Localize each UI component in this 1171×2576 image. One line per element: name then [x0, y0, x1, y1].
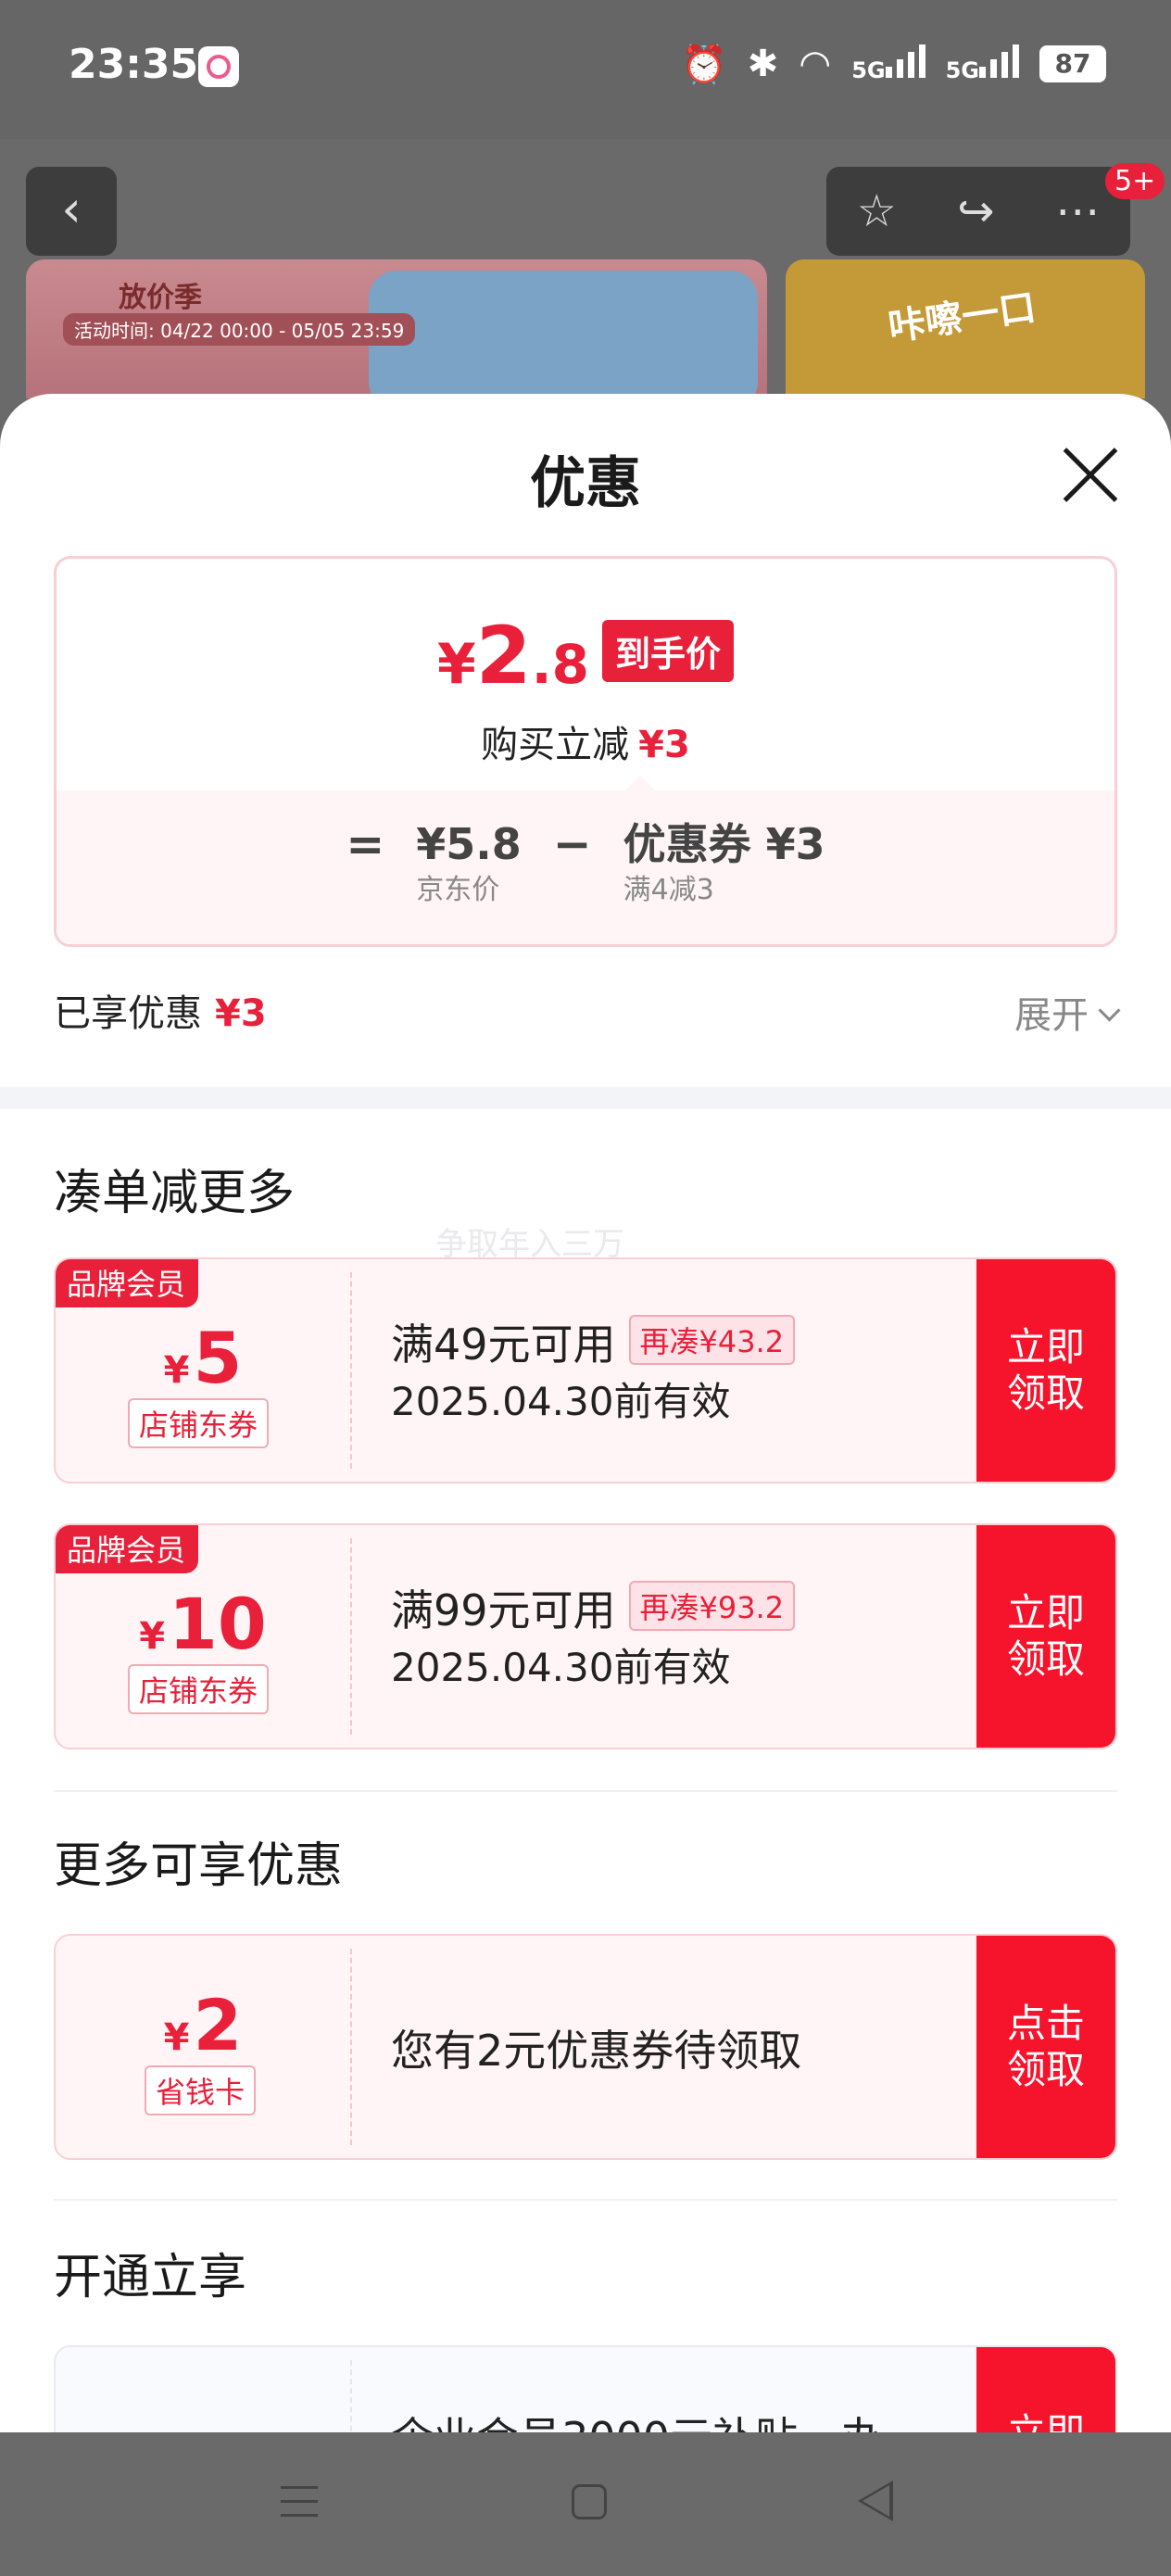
coupon-expiry: 2025.04.30前有效 [391, 1379, 731, 1424]
enterprise-description: 企业会员3000元补贴，办 [391, 2405, 883, 2432]
jd-price: ¥5.8 [416, 819, 522, 869]
dashed-divider [350, 1538, 352, 1735]
banner-text: 咔嚓一口 [886, 286, 1039, 349]
star-icon[interactable]: ☆ [857, 185, 897, 237]
coupon-type: 店铺东券 [128, 1664, 270, 1714]
price-integer: 2 [475, 610, 532, 702]
final-price-tag: 到手价 [601, 620, 734, 682]
enjoyed-discount: 已享优惠 ¥3 [54, 983, 267, 1037]
member-badge: 品牌会员 [56, 1525, 199, 1573]
expand-label: 展开 [1014, 994, 1089, 1037]
enjoyed-label: 已享优惠 [54, 992, 202, 1035]
signal-icon: 5G [851, 41, 925, 87]
chevron-down-icon [1098, 999, 1121, 1022]
section-title-add-more: 凑单减更多 [54, 1166, 296, 1221]
instant-discount-value: ¥3 [638, 724, 690, 766]
app-icon [198, 46, 239, 87]
divider-line [54, 1790, 1117, 1792]
coupon-rule: 满4减3 [623, 874, 714, 906]
banner-tag: 放价季 [119, 282, 202, 314]
status-icons: ⏰ ✱ ◠ 5G 5G 87 [681, 41, 1106, 87]
more-icon[interactable]: ⋯ [1055, 185, 1100, 237]
coupon-amount: ¥5 [56, 1317, 350, 1399]
coupon-condition-text: 满99元可用 [391, 1585, 616, 1635]
claim-button[interactable]: 立即领取 [976, 1259, 1115, 1482]
dashed-divider [350, 2360, 352, 2432]
section-divider [0, 1087, 1171, 1109]
coupon-number: 2 [193, 1984, 243, 2066]
final-price: ¥2.8 到手价 [57, 610, 1114, 702]
minus-sign: − [552, 817, 592, 871]
enterprise-button[interactable]: 立即 [976, 2347, 1115, 2432]
claim-now-button[interactable]: 点击领取 [976, 1936, 1115, 2158]
cart-badge: 5+ [1105, 163, 1165, 199]
coupon-amount: ¥2 [56, 1984, 350, 2066]
close-icon[interactable] [1062, 446, 1119, 503]
price-decimal: .8 [531, 633, 589, 696]
coupon-yen: ¥ [163, 1349, 190, 1392]
system-nav-bar [0, 2432, 1171, 2576]
back-icon[interactable] [858, 2481, 893, 2521]
menu-icon[interactable] [281, 2486, 318, 2528]
section-title-activate: 开通立享 [54, 2250, 247, 2305]
discount-sheet: 优惠 ¥2.8 到手价 购买立减 ¥3 = ¥5.8 京东价 − 优惠券 ¥3 满4… [0, 394, 1171, 2432]
dashed-divider [350, 1272, 352, 1469]
coupon-amount: ¥10 [56, 1583, 350, 1665]
member-badge: 品牌会员 [56, 1259, 199, 1307]
share-icon[interactable]: ↪ [957, 185, 994, 237]
coupon-card: 品牌会员 ¥10 店铺东券 满99元可用 再凑¥93.2 2025.04.30前有… [54, 1523, 1117, 1749]
promo-banner[interactable]: 放价季 活动时间: 04/22 00:00 - 05/05 23:59 [26, 259, 767, 398]
coupon-value-panel: 品牌会员 ¥10 店铺东券 [56, 1525, 350, 1748]
price-formula: = ¥5.8 京东价 − 优惠券 ¥3 满4减3 [57, 790, 1114, 944]
alarm-icon: ⏰ [680, 43, 727, 86]
saving-card: ¥2 省钱卡 您有2元优惠券待领取 点击领取 [54, 1934, 1117, 2160]
price-card: ¥2.8 到手价 购买立减 ¥3 = ¥5.8 京东价 − 优惠券 ¥3 满4减3 [54, 556, 1117, 947]
battery-icon: 87 [1039, 45, 1106, 82]
status-time: 23:35 [69, 41, 199, 88]
divider-line [54, 2199, 1117, 2201]
coupon-condition-text: 满49元可用 [391, 1320, 616, 1370]
enterprise-card: 企业会员3000元补贴，办 立即 [54, 2345, 1117, 2432]
coupon-card: 品牌会员 ¥5 店铺东券 满49元可用 再凑¥43.2 2025.04.30前有效… [54, 1257, 1117, 1484]
banner-sky [369, 271, 758, 398]
claim-button[interactable]: 立即领取 [976, 1525, 1115, 1748]
expand-button[interactable]: 展开 [1014, 985, 1121, 1039]
coupon-yen: ¥ [139, 1615, 166, 1658]
instant-discount-label: 购买立减 [481, 724, 630, 766]
price-yen: ¥ [437, 632, 476, 697]
wifi-icon: ◠ [799, 43, 832, 85]
instant-discount: 购买立减 ¥3 [57, 714, 1114, 768]
section-title-more-discounts: 更多可享优惠 [54, 1838, 344, 1894]
coupon-expiry: 2025.04.30前有效 [391, 1645, 731, 1690]
coupon-value-panel: 品牌会员 ¥5 店铺东券 [56, 1259, 350, 1482]
pointer-notch [623, 776, 657, 792]
equals-sign: = [346, 817, 385, 871]
top-toolbar: ☆ ↪ ⋯ [826, 167, 1130, 256]
chevron-left-icon: ‹ [61, 180, 82, 238]
signal-icon: 5G [946, 41, 1019, 87]
status-bar: 23:35 ⏰ ✱ ◠ 5G 5G 87 [0, 0, 1171, 139]
coupon-yen: ¥ [163, 2016, 190, 2059]
coupon-type: 店铺东券 [128, 1398, 270, 1448]
promo-banner-2[interactable]: 咔嚓一口 [786, 259, 1145, 398]
coupon-remaining: 再凑¥43.2 [628, 1315, 796, 1365]
jd-price-label: 京东价 [416, 874, 500, 906]
coupon-condition: 满99元可用 再凑¥93.2 [391, 1577, 796, 1638]
sheet-title: 优惠 [530, 451, 641, 516]
coupon-value-panel: ¥2 省钱卡 [56, 1936, 350, 2158]
back-button[interactable]: ‹ [26, 167, 117, 256]
dashed-divider [350, 1949, 352, 2145]
final-price-panel: ¥2.8 到手价 购买立减 ¥3 [57, 559, 1114, 790]
coupon-deduction: 优惠券 ¥3 [623, 819, 825, 869]
coupon-number: 10 [169, 1583, 267, 1665]
coupon-remaining: 再凑¥93.2 [628, 1581, 796, 1631]
coupon-type: 省钱卡 [145, 2065, 257, 2115]
enjoyed-value: ¥3 [215, 992, 267, 1035]
banner-date: 活动时间: 04/22 00:00 - 05/05 23:59 [63, 313, 416, 346]
home-icon[interactable] [572, 2484, 607, 2519]
bluetooth-icon: ✱ [747, 43, 779, 85]
coupon-number: 5 [193, 1317, 243, 1399]
saving-card-description: 您有2元优惠券待领取 [391, 2026, 802, 2076]
coupon-condition: 满49元可用 再凑¥43.2 [391, 1311, 796, 1372]
